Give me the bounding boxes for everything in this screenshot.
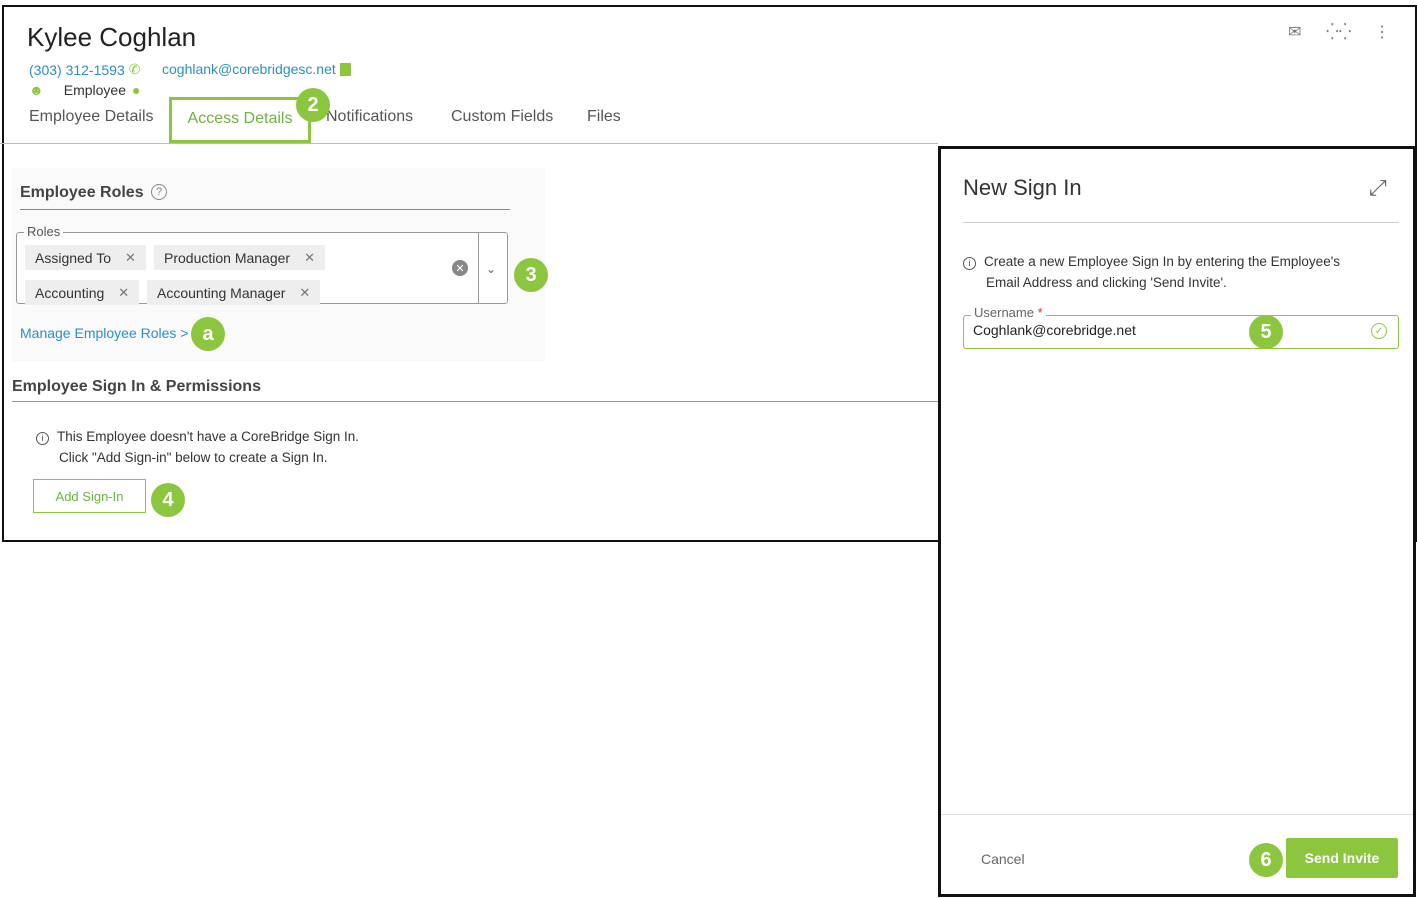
role-chip: Assigned To ✕ <box>25 245 146 270</box>
role-chip: Accounting Manager ✕ <box>147 280 321 305</box>
roles-divider <box>20 209 510 210</box>
clear-all-icon[interactable]: ✕ <box>452 260 468 276</box>
signin-info-line1: This Employee doesn't have a CoreBridge … <box>57 429 359 444</box>
phone-text: (303) 312-1593 <box>29 61 125 78</box>
tab-files[interactable]: Files <box>587 108 621 126</box>
phone-link[interactable]: (303) 312-1593 ✆ <box>29 61 140 78</box>
manage-roles-link[interactable]: Manage Employee Roles > <box>20 325 189 341</box>
org-chart-icon[interactable]: ⁛⁛ <box>1326 22 1352 42</box>
role-chip-label: Production Manager <box>164 249 291 266</box>
help-icon[interactable]: ? <box>151 184 167 200</box>
remove-chip-icon[interactable]: ✕ <box>125 250 136 266</box>
more-vertical-icon[interactable]: ⋮ <box>1374 22 1390 42</box>
tab-notifications[interactable]: Notifications <box>326 108 413 126</box>
panel-info: i Create a new Employee Sign In by enteri… <box>963 251 1340 293</box>
callout-badge: 2 <box>296 88 330 122</box>
callout-badge: a <box>191 317 225 351</box>
panel-info-line1: Create a new Employee Sign In by enterin… <box>984 254 1341 269</box>
dropdown-divider <box>478 233 479 304</box>
callout-badge: 5 <box>1249 315 1283 349</box>
info-icon: i <box>963 257 976 270</box>
remove-chip-icon[interactable]: ✕ <box>304 250 315 266</box>
chevron-down-icon[interactable]: ⌄ <box>486 262 496 276</box>
new-signin-panel: New Sign In ⤢ i Create a new Employee Sig… <box>938 146 1416 897</box>
tab-access-details[interactable]: Access Details <box>169 97 311 143</box>
username-value: Coghlank@corebridge.net <box>973 322 1136 338</box>
send-invite-button[interactable]: Send Invite <box>1286 838 1398 878</box>
signin-info-line2: Click "Add Sign-in" below to create a Si… <box>59 450 328 465</box>
panel-title: New Sign In <box>963 175 1082 200</box>
username-label-text: Username <box>974 305 1034 320</box>
role-chip-label: Accounting Manager <box>157 284 286 301</box>
phone-icon: ✆ <box>128 61 141 77</box>
panel-divider <box>963 222 1399 223</box>
contact-card-icon <box>339 62 351 76</box>
panel-info-line2: Email Address and clicking 'Send Invite'… <box>986 275 1227 290</box>
signin-section-title: Employee Sign In & Permissions <box>12 378 261 395</box>
remove-chip-icon[interactable]: ✕ <box>118 285 129 301</box>
role-chip: Production Manager ✕ <box>154 245 325 270</box>
add-signin-button[interactable]: Add Sign-In <box>33 479 146 513</box>
roles-section-title: Employee Roles <box>20 184 144 201</box>
email-text: coghlank@corebridgesc.net <box>162 61 336 77</box>
mail-icon[interactable]: ✉ <box>1288 22 1301 42</box>
callout-badge: 6 <box>1249 843 1283 877</box>
role-chip: Accounting ✕ <box>25 280 140 305</box>
footer-divider <box>941 814 1413 815</box>
username-label: Username * <box>971 305 1046 320</box>
info-icon: i <box>36 432 49 445</box>
cancel-button[interactable]: Cancel <box>981 851 1025 867</box>
expand-icon[interactable]: ⤢ <box>1369 175 1387 201</box>
callout-badge: 3 <box>514 258 548 292</box>
signin-info: i This Employee doesn't have a CoreBridge… <box>36 426 359 468</box>
tab-bar: Employee Details Access Details Notifica… <box>0 96 938 144</box>
employee-name: Kylee Coghlan <box>27 22 197 52</box>
remove-chip-icon[interactable]: ✕ <box>299 285 310 301</box>
check-circle-icon: ✓ <box>1371 323 1387 339</box>
callout-badge: 4 <box>151 483 185 517</box>
signin-divider <box>12 401 938 402</box>
role-chip-label: Accounting <box>35 284 105 301</box>
role-chip-label: Assigned To <box>35 249 112 266</box>
roles-field-label: Roles <box>24 224 64 239</box>
tab-employee-details[interactable]: Employee Details <box>29 108 154 126</box>
email-link[interactable]: coghlank@corebridgesc.net <box>162 61 351 77</box>
required-mark: * <box>1037 305 1043 320</box>
tab-custom-fields[interactable]: Custom Fields <box>451 108 553 126</box>
